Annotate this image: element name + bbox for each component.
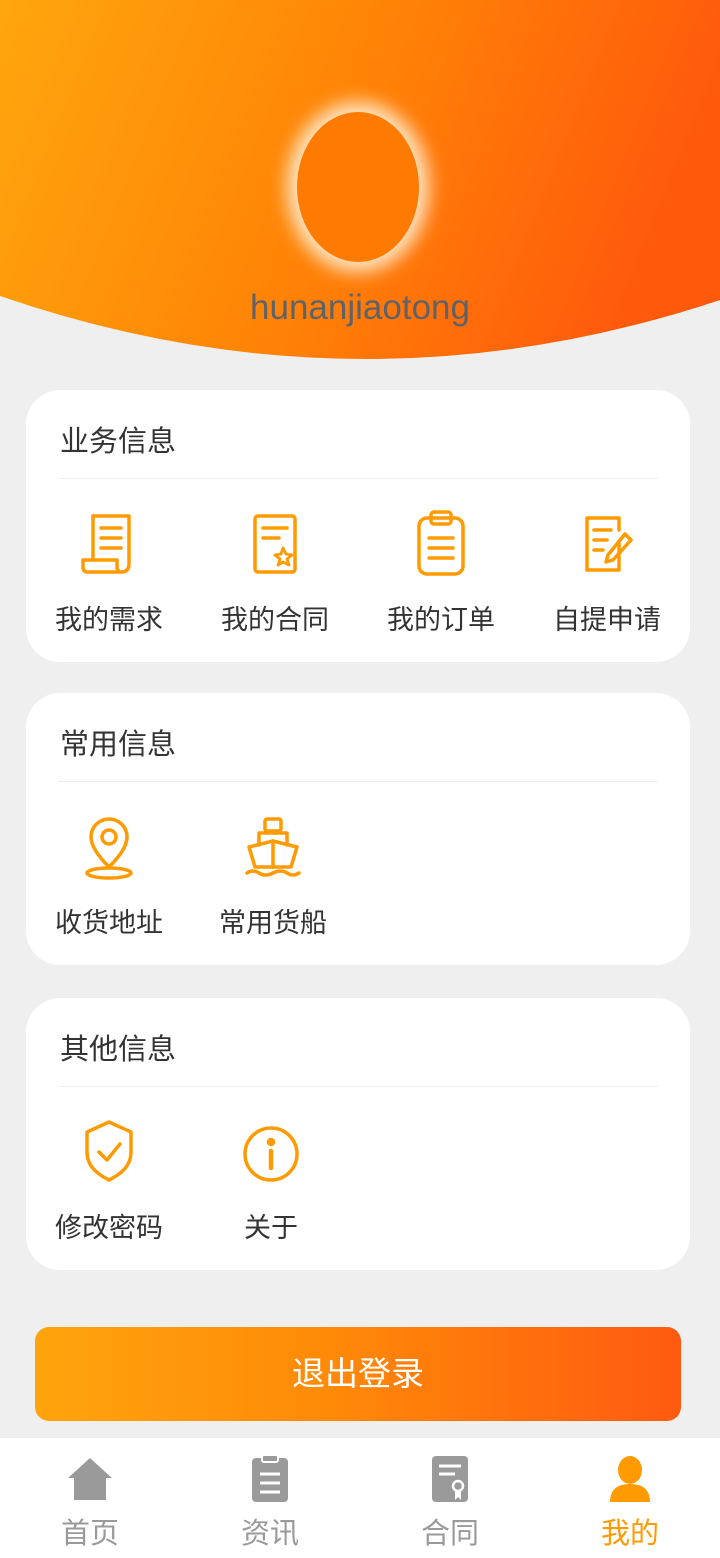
- section-title: 业务信息: [60, 424, 177, 458]
- bottom-tab-bar: 首页 资讯 合同 我的: [0, 1438, 720, 1558]
- item-label: 收货地址: [55, 908, 163, 939]
- clipboard-list-icon: [411, 508, 471, 578]
- location-pin-icon: [79, 811, 139, 881]
- user-icon: [602, 1454, 658, 1504]
- scroll-document-icon: [79, 508, 139, 578]
- tab-contract[interactable]: 合同: [360, 1438, 540, 1558]
- info-circle-icon: [241, 1116, 301, 1186]
- username: hunanjiaotong: [250, 288, 470, 327]
- other-info-card: 其他信息 修改密码 关于: [26, 998, 690, 1270]
- item-label: 我的需求: [55, 605, 163, 636]
- my-order-item[interactable]: 我的订单: [358, 502, 524, 642]
- item-label: 我的订单: [387, 605, 495, 636]
- tab-home[interactable]: 首页: [0, 1438, 180, 1558]
- divider: [58, 1086, 658, 1087]
- tab-label: 我的: [600, 1516, 659, 1550]
- tab-label: 首页: [60, 1516, 119, 1550]
- logout-button[interactable]: 退出登录: [35, 1327, 681, 1421]
- item-label: 我的合同: [221, 605, 329, 636]
- section-title: 其他信息: [60, 1032, 177, 1066]
- shipping-address-item[interactable]: 收货地址: [26, 805, 192, 945]
- tab-news[interactable]: 资讯: [180, 1438, 360, 1558]
- divider: [58, 781, 658, 782]
- contract-document-icon: [245, 508, 305, 578]
- home-icon: [62, 1454, 118, 1504]
- tab-mine[interactable]: 我的: [540, 1438, 720, 1558]
- profile-header: hunanjiaotong: [0, 0, 720, 360]
- shield-check-icon: [79, 1116, 139, 1186]
- tab-label: 合同: [420, 1516, 479, 1550]
- cargo-ship-icon: [243, 811, 303, 881]
- my-demand-item[interactable]: 我的需求: [26, 502, 192, 642]
- avatar[interactable]: [297, 112, 419, 262]
- tab-label: 资讯: [240, 1516, 299, 1550]
- section-title: 常用信息: [60, 727, 177, 761]
- news-clipboard-icon: [242, 1454, 298, 1504]
- divider: [58, 478, 658, 479]
- business-info-card: 业务信息 我的需求 我的合同 我的订单 自提申请: [26, 390, 690, 662]
- common-cargo-ship-item[interactable]: 常用货船: [190, 805, 356, 945]
- contract-icon: [422, 1454, 478, 1504]
- self-pickup-item[interactable]: 自提申请: [524, 502, 690, 642]
- item-label: 常用货船: [219, 908, 327, 939]
- about-item[interactable]: 关于: [188, 1110, 354, 1250]
- common-info-card: 常用信息 收货地址 常用货船: [26, 693, 690, 965]
- my-contract-item[interactable]: 我的合同: [192, 502, 358, 642]
- change-password-item[interactable]: 修改密码: [26, 1110, 192, 1250]
- edit-document-icon: [577, 508, 637, 578]
- item-label: 修改密码: [55, 1213, 163, 1244]
- item-label: 关于: [244, 1213, 298, 1244]
- item-label: 自提申请: [553, 605, 661, 636]
